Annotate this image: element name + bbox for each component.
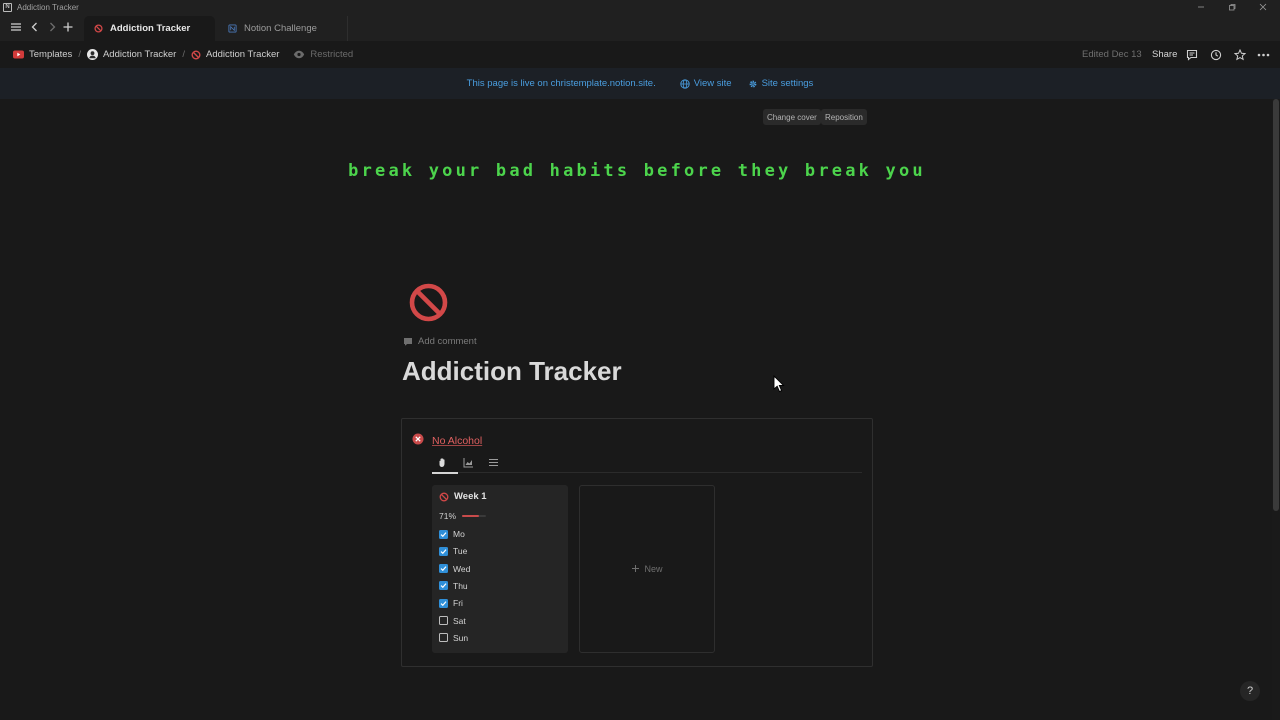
tab-label: Addiction Tracker: [110, 23, 191, 34]
gear-icon: [749, 80, 756, 87]
unchecked-checkbox[interactable]: [439, 616, 448, 625]
checked-checkbox[interactable]: [439, 529, 448, 539]
day-label: Mo: [453, 529, 465, 539]
close-window-button[interactable]: [1248, 0, 1278, 14]
page-title[interactable]: Addiction Tracker: [402, 356, 622, 387]
habit-header: No Alcohol: [412, 432, 482, 450]
history-clock-icon[interactable]: [1210, 41, 1222, 68]
x-circle-icon: [412, 432, 424, 450]
day-checkbox-row[interactable]: Fri: [439, 598, 463, 608]
card-title: Week 1: [439, 491, 487, 502]
breadcrumb-label: Addiction Tracker: [206, 49, 280, 60]
add-comment-button[interactable]: Add comment: [403, 336, 477, 347]
youtube-icon: [13, 50, 24, 59]
edited-timestamp: Edited Dec 13: [1082, 49, 1142, 60]
help-button[interactable]: ?: [1240, 681, 1260, 701]
progress-indicator: 71%: [439, 511, 487, 521]
breadcrumb-label: Addiction Tracker: [102, 49, 177, 60]
day-label: Fri: [453, 598, 463, 609]
share-button[interactable]: Share: [1152, 41, 1177, 68]
habit-name-link[interactable]: No Alcohol: [432, 435, 482, 447]
day-checkbox-row[interactable]: Mo: [439, 529, 465, 539]
day-checkbox-row[interactable]: Sat: [439, 616, 466, 626]
tab-label: Notion Challenge: [244, 23, 317, 34]
tab-notion-challenge[interactable]: Notion Challenge: [218, 16, 348, 41]
plus-icon: [631, 564, 640, 575]
day-label: Thu: [453, 580, 468, 591]
progress-bar: [462, 515, 487, 517]
prohibited-icon: [439, 492, 449, 501]
active-view-indicator: [432, 472, 458, 474]
day-checkbox-row[interactable]: Sun: [439, 633, 468, 643]
day-checkbox-row[interactable]: Wed: [439, 564, 470, 574]
habit-tracker-block: No Alcohol Week 1 71% Mo Tue Wed Thu Fri Sat S…: [401, 418, 873, 667]
day-label: Sat: [453, 615, 466, 626]
prohibited-icon: [94, 24, 103, 33]
banner-message: This page is live on christemplate.notio…: [466, 78, 656, 89]
notion-page-icon: [228, 24, 237, 33]
eye-icon: [293, 50, 305, 59]
checked-checkbox[interactable]: [439, 581, 448, 591]
window-title: Addiction Tracker: [17, 2, 79, 12]
checked-checkbox[interactable]: [439, 564, 448, 574]
restricted-label: Restricted: [310, 49, 354, 60]
prohibited-icon: [191, 50, 201, 60]
breadcrumb-separator: /: [182, 49, 185, 60]
maximize-button[interactable]: [1217, 0, 1247, 14]
page-cover: Change cover Reposition break your bad h…: [0, 99, 1270, 259]
breadcrumb-separator: /: [78, 49, 81, 60]
globe-icon: [680, 78, 690, 89]
user-avatar-icon: [86, 49, 98, 60]
board-view-hand-icon[interactable]: [432, 455, 452, 470]
add-comment-label: Add comment: [418, 336, 477, 347]
menu-icon[interactable]: [8, 19, 24, 35]
day-checkbox-row[interactable]: Tue: [439, 546, 467, 556]
tab-bar: Addiction Tracker Notion Challenge: [0, 14, 1280, 41]
day-label: Sun: [453, 632, 469, 643]
unchecked-checkbox[interactable]: [439, 633, 448, 643]
checked-checkbox[interactable]: [439, 546, 448, 556]
card-title-label: Week 1: [454, 491, 487, 502]
view-tabs: [432, 453, 862, 473]
new-card-button[interactable]: New: [579, 485, 715, 653]
site-settings-label: Site settings: [761, 78, 814, 89]
more-options-icon[interactable]: [1257, 41, 1270, 68]
scrollbar-thumb[interactable]: [1273, 99, 1279, 511]
progress-bar-fill: [462, 515, 480, 517]
breadcrumb-addiction-tracker-parent[interactable]: Addiction Tracker: [86, 49, 177, 60]
restricted-access-button[interactable]: Restricted: [293, 49, 353, 60]
view-site-label: View site: [693, 78, 732, 89]
new-card-label: New: [644, 564, 663, 574]
breadcrumb-label: Templates: [29, 49, 73, 60]
forward-arrow-icon[interactable]: [44, 19, 60, 35]
checked-checkbox[interactable]: [439, 598, 448, 608]
day-checkbox-row[interactable]: Thu: [439, 581, 468, 591]
comments-icon[interactable]: [1186, 41, 1198, 68]
day-label: Wed: [453, 563, 471, 574]
reposition-button[interactable]: Reposition: [821, 109, 867, 125]
view-site-link[interactable]: View site: [680, 78, 732, 89]
breadcrumb-templates[interactable]: Templates: [13, 49, 72, 60]
progress-label: 71%: [439, 511, 457, 521]
new-tab-plus-icon[interactable]: [60, 19, 76, 35]
back-arrow-icon[interactable]: [27, 19, 43, 35]
change-cover-button[interactable]: Change cover: [763, 109, 821, 125]
favorite-star-icon[interactable]: [1234, 41, 1246, 68]
page-prohibited-icon[interactable]: [406, 280, 451, 325]
window-titlebar: N Addiction Tracker: [0, 0, 1280, 14]
site-settings-link[interactable]: Site settings: [748, 78, 814, 89]
week-card[interactable]: Week 1 71% Mo Tue Wed Thu Fri Sat Sun: [432, 485, 568, 653]
list-view-icon[interactable]: [483, 455, 503, 470]
cover-text: break your bad habits before they break …: [348, 161, 926, 181]
day-label: Tue: [453, 546, 468, 557]
comment-icon: [404, 337, 412, 346]
breadcrumb-addiction-tracker-current[interactable]: Addiction Tracker: [191, 49, 279, 60]
mouse-cursor-icon: [773, 374, 785, 393]
notion-app-icon: N: [3, 2, 12, 12]
minimize-button[interactable]: [1186, 0, 1216, 14]
tab-addiction-tracker[interactable]: Addiction Tracker: [84, 16, 215, 41]
site-live-banner: This page is live on christemplate.notio…: [0, 68, 1280, 99]
chart-view-icon[interactable]: [458, 455, 478, 470]
